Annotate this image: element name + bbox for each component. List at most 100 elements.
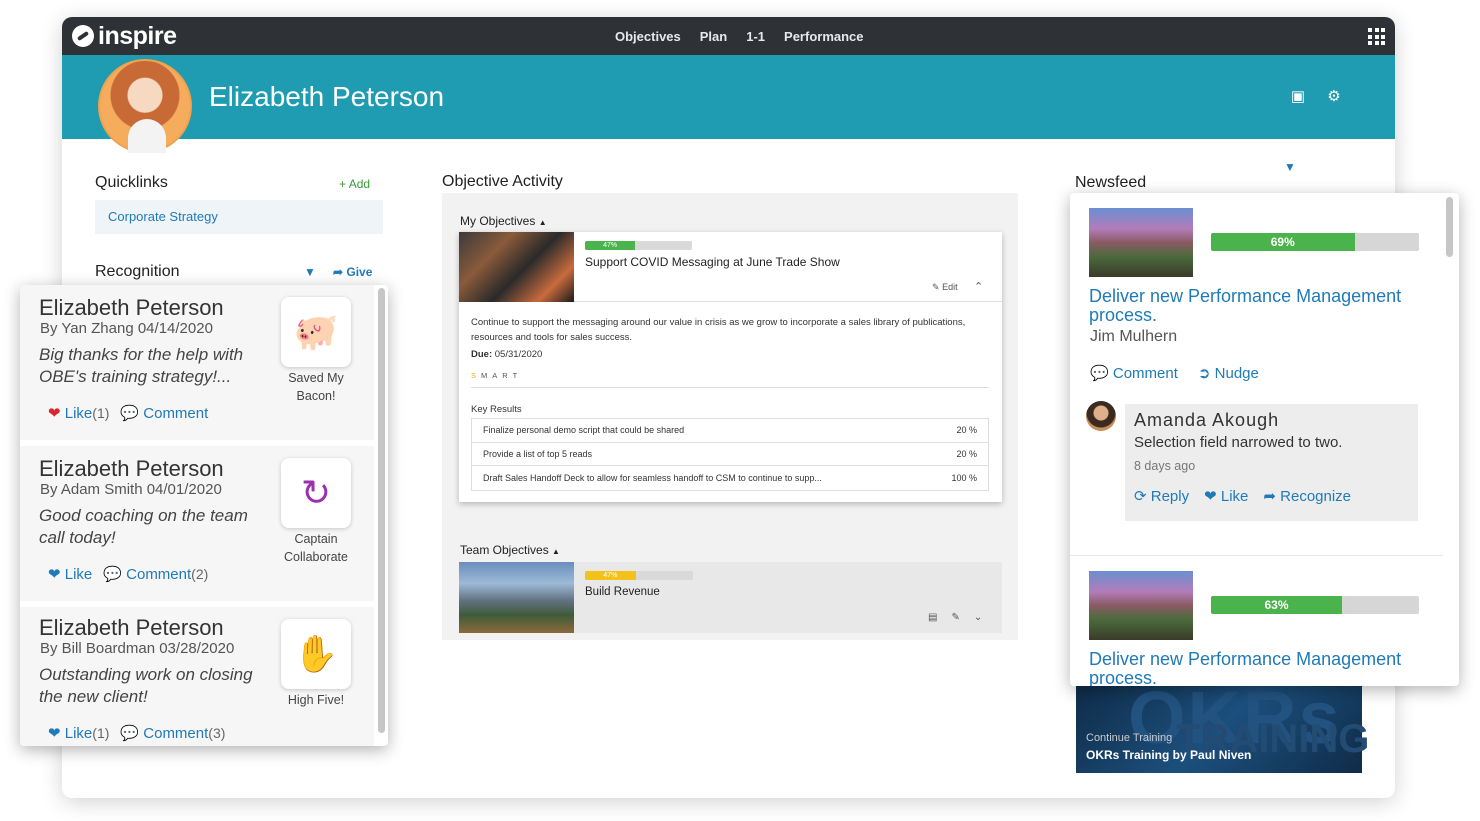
progress-fill: 69%: [1211, 233, 1355, 251]
like-button[interactable]: ❤ Like: [1204, 487, 1248, 505]
like-button[interactable]: ❤ Like: [48, 565, 92, 583]
heart-icon: ❤: [1204, 488, 1217, 505]
reply-label: Reply: [1150, 488, 1190, 505]
comment-icon: 💬: [120, 725, 140, 742]
smart-s: S: [471, 371, 482, 380]
training-card[interactable]: OKRs TRAINING Continue Training OKRs Tra…: [1076, 676, 1369, 773]
recognition-panel: Elizabeth Peterson By Yan Zhang 04/14/20…: [20, 285, 388, 746]
team-objectives-toggle[interactable]: Team Objectives ▲: [460, 543, 560, 557]
camera-icon[interactable]: ▣: [1290, 89, 1306, 105]
top-nav-bar: inspire Objectives Plan 1-1 Performance: [62, 17, 1395, 55]
recipient-name: Elizabeth Peterson: [39, 615, 224, 640]
comment-time: 8 days ago: [1134, 459, 1196, 473]
grid-icon[interactable]: [1368, 28, 1385, 45]
badge-label: High Five!: [287, 693, 345, 707]
nav-one-on-one[interactable]: 1-1: [746, 29, 765, 44]
expand-chevron-icon[interactable]: ⌄: [974, 612, 982, 623]
nav-performance[interactable]: Performance: [784, 29, 863, 44]
comment-count: (2): [191, 566, 209, 582]
avatar[interactable]: [98, 59, 192, 153]
filter-icon[interactable]: ▼: [1284, 160, 1296, 174]
team-progress-bar: 47%: [585, 571, 693, 580]
training-label: Continue Training: [1086, 732, 1173, 744]
key-result-value: 20 %: [956, 448, 977, 459]
recipient-name: Elizabeth Peterson: [39, 295, 224, 320]
logo-text: inspire: [98, 21, 177, 50]
scrollbar[interactable]: [1446, 197, 1453, 257]
recognition-actions: ❤ Like(1) 💬 Comment(3): [48, 724, 225, 742]
progress-fill: 47%: [585, 571, 636, 580]
comment-icon: 💬: [120, 405, 140, 422]
objective-description: Continue to support the messaging around…: [471, 317, 966, 343]
key-result-row[interactable]: Finalize personal demo script that could…: [472, 419, 988, 443]
collapse-chevron-icon[interactable]: ⌃: [974, 280, 983, 293]
like-label: Like: [64, 725, 93, 742]
like-label: Like: [1220, 488, 1249, 505]
objective-activity-title: Objective Activity: [442, 173, 563, 190]
edit-button[interactable]: ✎ Edit: [932, 282, 958, 293]
team-objective-card[interactable]: 47% Build Revenue ▤ ✎ ⌄: [459, 562, 1002, 633]
scrollbar[interactable]: [378, 288, 385, 733]
nav-objectives[interactable]: Objectives: [615, 29, 681, 44]
comment-button[interactable]: 💬 Comment(2): [103, 565, 208, 583]
comment-label: Comment: [1112, 365, 1178, 382]
newsfeed-progress-bar: 69%: [1211, 233, 1419, 251]
due-label: Due:: [471, 349, 493, 360]
recognition-item: Elizabeth Peterson By Bill Boardman 03/2…: [20, 607, 374, 746]
reply-button[interactable]: ⟳ Reply: [1134, 487, 1189, 505]
logo-mark-icon: [72, 25, 94, 47]
newsfeed-item-title[interactable]: Deliver new Performance Management proce…: [1089, 650, 1434, 687]
nav-plan[interactable]: Plan: [700, 29, 727, 44]
profile-name: Elizabeth Peterson: [209, 81, 445, 112]
recognition-by: By Yan Zhang 04/14/2020: [40, 320, 213, 337]
gear-icon[interactable]: ⚙: [1326, 89, 1342, 105]
plus-icon: +: [339, 177, 349, 191]
newsfeed-item-title[interactable]: Deliver new Performance Management proce…: [1089, 287, 1434, 325]
objective-progress-bar: 47%: [585, 241, 692, 250]
comment-button[interactable]: 💬 Comment: [120, 404, 208, 422]
objective-card-header[interactable]: 47% Support COVID Messaging at June Trad…: [459, 232, 1002, 302]
comment-button[interactable]: 💬 Comment(3): [120, 724, 225, 742]
avatar[interactable]: [1086, 401, 1116, 431]
newsfeed-item: 69% Deliver new Performance Management p…: [1070, 193, 1443, 555]
team-objective-title[interactable]: Build Revenue: [585, 586, 660, 598]
nudge-button[interactable]: ➲ Nudge: [1198, 364, 1259, 382]
high-five-icon: ✋: [281, 619, 351, 689]
smart-a: A: [492, 371, 503, 380]
newsfeed-actions: 💬 Comment ➲ Nudge: [1090, 364, 1259, 382]
comment-icon: 💬: [103, 566, 122, 583]
nudge-label: Nudge: [1214, 365, 1259, 382]
key-results-table: Finalize personal demo script that could…: [471, 418, 989, 491]
add-quicklink-button[interactable]: + Add: [339, 177, 370, 191]
like-button[interactable]: ❤ Like(1): [48, 724, 109, 742]
my-objectives-toggle[interactable]: My Objectives ▲: [460, 214, 547, 228]
comment-button[interactable]: 💬 Comment: [1090, 364, 1178, 382]
bar-chart-icon[interactable]: ▤: [928, 612, 937, 623]
pencil-icon[interactable]: ✎: [951, 612, 959, 623]
comment-actions: ⟳ Reply ❤ Like ➦ Recognize: [1134, 487, 1351, 505]
filter-icon[interactable]: ▼: [304, 265, 316, 279]
like-button[interactable]: ❤ Like(1): [48, 404, 109, 422]
key-result-row[interactable]: Draft Sales Handoff Deck to allow for se…: [472, 466, 988, 490]
team-objectives-label: Team Objectives: [460, 543, 549, 557]
share-arrow-icon: ➦: [333, 265, 347, 279]
key-results-label: Key Results: [471, 404, 522, 415]
recognition-title: Recognition: [95, 263, 180, 280]
give-recognition-button[interactable]: ➦ Give: [333, 265, 372, 279]
quicklink-item[interactable]: Corporate Strategy: [95, 200, 383, 234]
recognition-item: Elizabeth Peterson By Adam Smith 04/01/2…: [20, 446, 374, 604]
objective-title[interactable]: Support COVID Messaging at June Trade Sh…: [585, 255, 840, 269]
recipient-name: Elizabeth Peterson: [39, 456, 224, 481]
key-result-row[interactable]: Provide a list of top 5 reads 20 %: [472, 443, 988, 466]
recognize-button[interactable]: ➦ Recognize: [1263, 487, 1351, 505]
key-result-text: Draft Sales Handoff Deck to allow for se…: [483, 472, 822, 483]
like-count: (1): [92, 405, 110, 421]
comment-text: Selection field narrowed to two.: [1134, 434, 1343, 451]
my-objectives-label: My Objectives: [460, 214, 536, 228]
nudge-icon: ➲: [1197, 365, 1211, 382]
newsfeed-title: Newsfeed: [1075, 174, 1147, 191]
recognize-label: Recognize: [1280, 488, 1352, 505]
logo[interactable]: inspire: [72, 21, 177, 51]
recognition-message: Outstanding work on closing the new clie…: [39, 665, 253, 706]
pencil-icon: ✎: [932, 282, 940, 292]
